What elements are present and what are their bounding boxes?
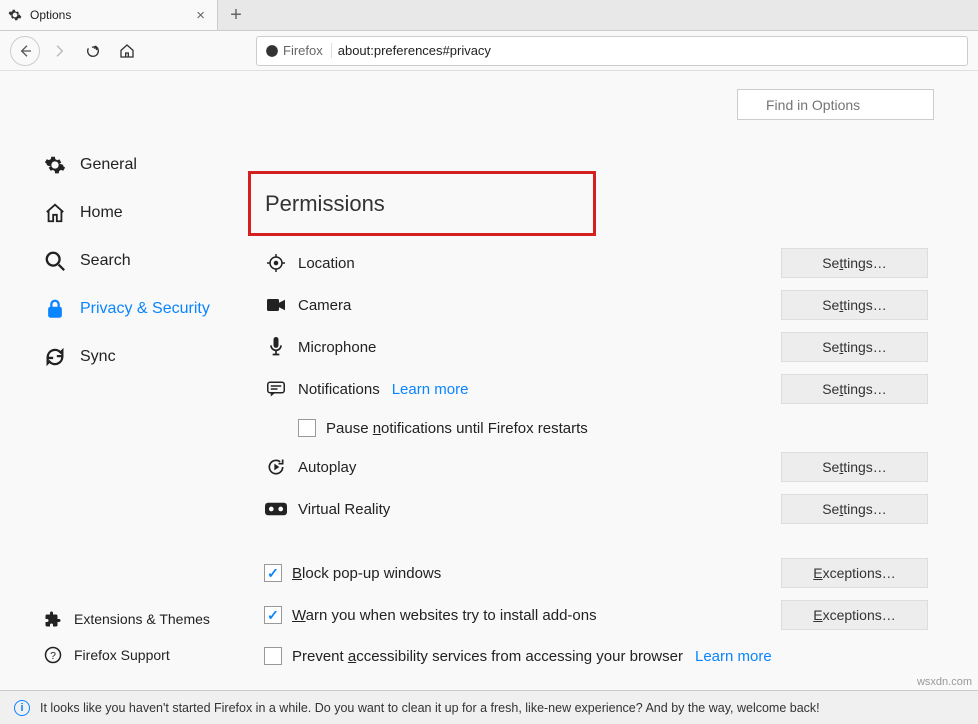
nav-bar: Firefox about:preferences#privacy (0, 31, 978, 71)
learn-more-link[interactable]: Learn more (392, 381, 469, 398)
microphone-icon (264, 335, 288, 359)
sidebar-item-label: Extensions & Themes (74, 611, 210, 627)
prevent-a11y-label: Prevent accessibility services from acce… (292, 648, 683, 665)
url-identity: Firefox (265, 43, 332, 58)
block-popups-row: Block pop-up windows Exceptions… (248, 552, 928, 594)
sidebar-item-extensions[interactable]: Extensions & Themes (0, 601, 248, 637)
message-text: It looks like you haven't started Firefo… (40, 701, 820, 715)
settings-button-vr[interactable]: Settings… (781, 494, 928, 524)
settings-button-autoplay[interactable]: Settings… (781, 452, 928, 482)
perm-label: Camera (298, 297, 351, 314)
autoplay-icon (264, 455, 288, 479)
pause-notifications-row: Pause notifications until Firefox restar… (248, 410, 928, 446)
sidebar: General Home Search Privacy & Security S… (0, 71, 248, 681)
watermark: wsxdn.com (917, 676, 972, 688)
perm-label: Microphone (298, 339, 376, 356)
sidebar-item-label: Search (80, 252, 131, 270)
block-popups-label: Block pop-up windows (292, 565, 441, 582)
location-icon (264, 251, 288, 275)
preferences-content: General Home Search Privacy & Security S… (0, 71, 978, 681)
home-icon (119, 43, 135, 59)
info-icon: i (14, 700, 30, 716)
block-popups-checkbox[interactable] (264, 564, 282, 582)
warn-addons-row: Warn you when websites try to install ad… (248, 594, 928, 636)
firefox-icon (265, 44, 279, 58)
reload-button[interactable] (78, 36, 108, 66)
exceptions-button-addons[interactable]: Exceptions… (781, 600, 928, 630)
perm-row-microphone: Microphone Settings… (248, 326, 928, 368)
sidebar-item-privacy[interactable]: Privacy & Security (0, 285, 248, 333)
sidebar-item-sync[interactable]: Sync (0, 333, 248, 381)
gear-icon (8, 8, 22, 22)
tab-title: Options (30, 8, 184, 22)
prevent-a11y-checkbox[interactable] (264, 647, 282, 665)
help-icon: ? (44, 646, 62, 664)
notification-icon (264, 377, 288, 401)
learn-more-link[interactable]: Learn more (695, 648, 772, 665)
close-icon[interactable]: × (192, 7, 209, 24)
lock-icon (44, 298, 66, 320)
perm-label: Autoplay (298, 459, 356, 476)
perm-label: Location (298, 255, 355, 272)
sidebar-item-label: Privacy & Security (80, 300, 210, 318)
tab-options[interactable]: Options × (0, 0, 218, 30)
camera-icon (264, 293, 288, 317)
forward-button[interactable] (44, 36, 74, 66)
sidebar-item-label: Firefox Support (74, 647, 170, 663)
url-bar[interactable]: Firefox about:preferences#privacy (256, 36, 968, 66)
arrow-right-icon (51, 43, 67, 59)
sync-icon (44, 346, 66, 368)
sidebar-item-search[interactable]: Search (0, 237, 248, 285)
section-title: Permissions (265, 191, 385, 217)
sidebar-item-label: Home (80, 204, 123, 222)
back-button[interactable] (10, 36, 40, 66)
sidebar-item-label: Sync (80, 348, 116, 366)
message-bar: i It looks like you haven't started Fire… (0, 690, 978, 724)
perm-row-camera: Camera Settings… (248, 284, 928, 326)
puzzle-icon (44, 610, 62, 628)
sidebar-item-support[interactable]: ? Firefox Support (0, 637, 248, 673)
main-panel: Permissions Location Settings… Camera Se… (248, 71, 978, 681)
perm-row-notifications: Notifications Learn more Settings… (248, 368, 928, 410)
home-button[interactable] (112, 36, 142, 66)
settings-button-notifications[interactable]: Settings… (781, 374, 928, 404)
url-text: about:preferences#privacy (338, 43, 491, 58)
prevent-a11y-row: Prevent accessibility services from acce… (248, 636, 928, 676)
sidebar-item-general[interactable]: General (0, 141, 248, 189)
tab-bar: Options × + (0, 0, 978, 31)
vr-icon (264, 497, 288, 521)
settings-button-microphone[interactable]: Settings… (781, 332, 928, 362)
pause-notifications-checkbox[interactable] (298, 419, 316, 437)
perm-row-vr: Virtual Reality Settings… (248, 488, 928, 530)
settings-button-camera[interactable]: Settings… (781, 290, 928, 320)
warn-addons-checkbox[interactable] (264, 606, 282, 624)
search-icon (44, 250, 66, 272)
reload-icon (85, 43, 101, 59)
sidebar-item-home[interactable]: Home (0, 189, 248, 237)
pause-notifications-label: Pause notifications until Firefox restar… (326, 420, 588, 437)
section-title-highlight: Permissions (248, 171, 596, 236)
warn-addons-label: Warn you when websites try to install ad… (292, 607, 597, 624)
perm-row-autoplay: Autoplay Settings… (248, 446, 928, 488)
perm-row-location: Location Settings… (248, 242, 928, 284)
svg-text:?: ? (50, 650, 56, 662)
perm-label: Virtual Reality (298, 501, 390, 518)
arrow-left-icon (17, 43, 33, 59)
new-tab-button[interactable]: + (218, 0, 254, 30)
sidebar-bottom: Extensions & Themes ? Firefox Support (0, 601, 248, 681)
settings-button-location[interactable]: Settings… (781, 248, 928, 278)
perm-label: Notifications (298, 381, 380, 398)
exceptions-button-popups[interactable]: Exceptions… (781, 558, 928, 588)
sidebar-item-label: General (80, 156, 137, 174)
home-icon (44, 202, 66, 224)
gear-icon (44, 154, 66, 176)
